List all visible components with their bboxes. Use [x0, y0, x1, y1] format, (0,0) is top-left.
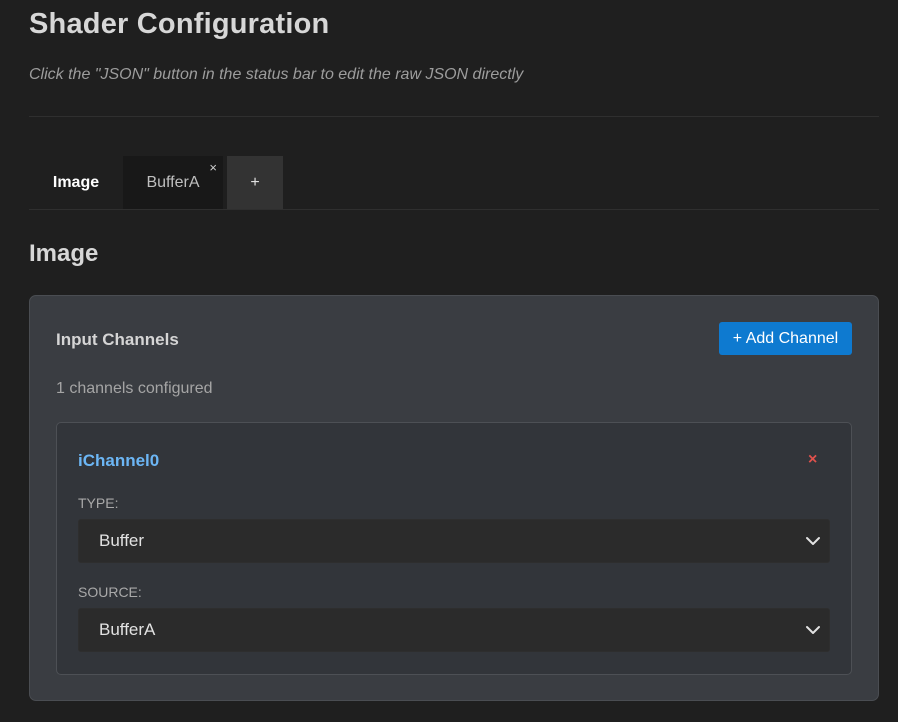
shader-config-page: Shader Configuration Click the "JSON" bu… [0, 0, 898, 722]
source-select[interactable]: BufferA [78, 608, 830, 652]
section-title: Image [29, 240, 99, 267]
page-title: Shader Configuration [29, 8, 330, 40]
chevron-down-icon [806, 537, 820, 545]
buffer-tabs: Image BufferA × + [29, 156, 283, 209]
add-tab-button[interactable]: + [227, 156, 283, 209]
source-select-value: BufferA [99, 620, 156, 639]
chevron-down-icon [806, 626, 820, 634]
source-label: SOURCE: [78, 584, 142, 600]
header-divider [29, 116, 879, 117]
add-channel-button[interactable]: + Add Channel [719, 322, 852, 355]
input-channels-panel: Input Channels + Add Channel 1 channels … [29, 295, 879, 701]
plus-icon: + [250, 173, 260, 191]
remove-channel-icon[interactable]: × [808, 451, 817, 469]
type-select-value: Buffer [99, 531, 145, 550]
channel-name: iChannel0 [78, 451, 160, 470]
channel-card: iChannel0 × TYPE: Buffer SOURCE: BufferA [56, 422, 852, 675]
input-channels-heading: Input Channels [56, 330, 179, 349]
tab-image-label: Image [52, 173, 100, 191]
channel-count-text: 1 channels configured [56, 380, 213, 397]
tab-buffera-label: BufferA [146, 173, 200, 191]
close-icon[interactable]: × [209, 161, 217, 174]
tab-image[interactable]: Image [29, 156, 123, 209]
tab-buffera[interactable]: BufferA × [123, 156, 223, 209]
type-label: TYPE: [78, 495, 119, 511]
page-subtitle: Click the "JSON" button in the status ba… [29, 66, 524, 83]
tabs-divider [29, 209, 879, 210]
type-select[interactable]: Buffer [78, 519, 830, 563]
